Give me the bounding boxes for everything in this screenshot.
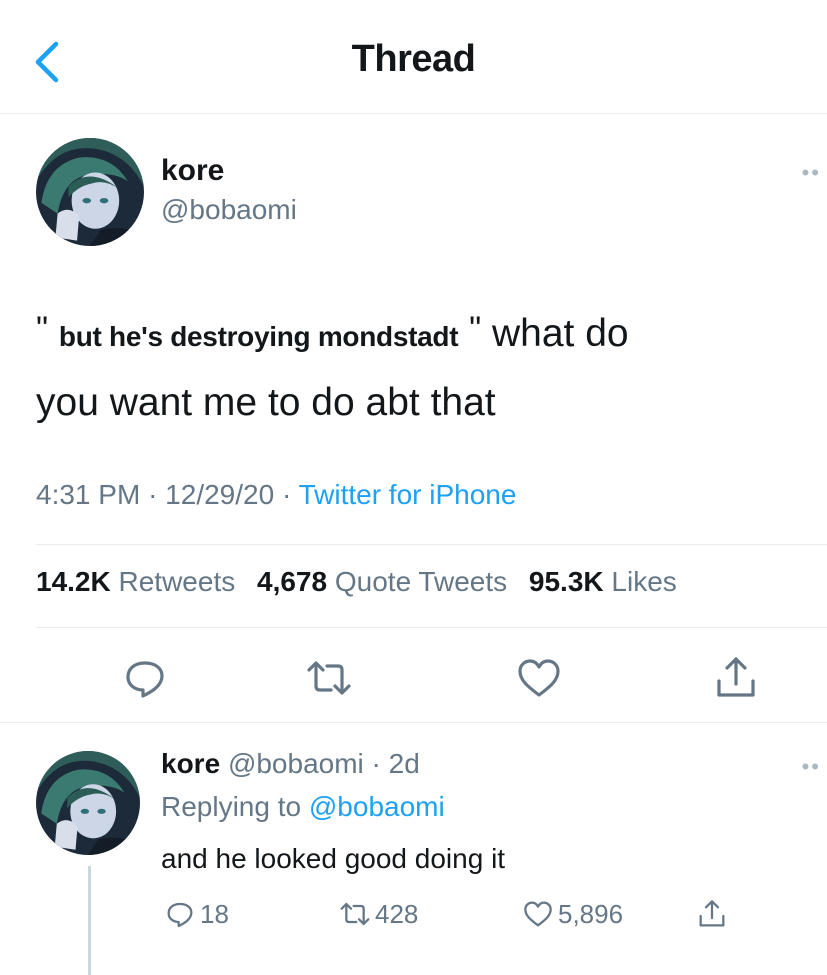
replying-to: Replying to @bobaomi <box>161 791 445 822</box>
likes-stat[interactable]: 95.3K Likes <box>529 566 677 597</box>
divider <box>36 544 827 545</box>
reply-count-button[interactable]: 18 <box>164 896 229 932</box>
reply-handle-time: @bobaomi · 2d <box>227 748 420 779</box>
author-name[interactable]: kore <box>161 154 224 188</box>
more-options-icon[interactable]: •• <box>802 754 821 780</box>
retweet-icon[interactable] <box>305 654 353 702</box>
tweet-time: 4:31 PM <box>36 479 141 510</box>
divider <box>36 627 827 628</box>
tweet-stats: 14.2K Retweets 4,678 Quote Tweets 95.3K … <box>36 566 677 598</box>
retweets-stat[interactable]: 14.2K Retweets <box>36 566 235 597</box>
retweet-icon <box>340 902 370 926</box>
retweet-count-button[interactable]: 428 <box>339 896 418 932</box>
reply-author-name[interactable]: kore <box>161 748 220 779</box>
reply-count: 18 <box>200 898 229 929</box>
like-count: 5,896 <box>558 898 624 929</box>
meta-separator: · <box>148 479 166 510</box>
share-button[interactable] <box>696 896 732 932</box>
reply-icon[interactable] <box>121 654 169 702</box>
tweet-source-link[interactable]: Twitter for iPhone <box>299 479 517 510</box>
replying-mention-link[interactable]: @bobaomi <box>309 791 445 822</box>
divider <box>0 722 827 723</box>
tweet-date: 12/29/20 <box>165 479 275 510</box>
share-icon[interactable] <box>712 654 760 702</box>
like-heart-icon[interactable] <box>515 654 563 702</box>
like-count-button[interactable]: 5,896 <box>522 896 623 932</box>
like-heart-icon <box>524 901 552 927</box>
thread-header: Thread <box>0 0 827 114</box>
share-icon <box>699 900 725 927</box>
retweet-count: 428 <box>375 898 419 929</box>
more-options-icon[interactable]: •• <box>802 160 821 186</box>
tweet-text-line2: you want me to do abt that <box>36 381 496 424</box>
close-quote: " <box>469 310 482 348</box>
thread-connector-line <box>88 866 91 975</box>
avatar[interactable] <box>36 751 140 855</box>
quote-tweets-stat[interactable]: 4,678 Quote Tweets <box>257 566 507 597</box>
quoted-text: but he's destroying mondstadt <box>58 321 459 352</box>
avatar[interactable] <box>36 138 144 246</box>
tweet-meta: 4:31 PM · 12/29/20 · Twitter for iPhone <box>36 479 516 511</box>
tweet-text: " but he's destroying mondstadt " what d… <box>36 296 806 436</box>
tweet-text-line1: what do <box>481 312 629 355</box>
open-quote: " <box>36 310 49 348</box>
reply-text: and he looked good doing it <box>161 843 506 874</box>
page-title: Thread <box>351 38 476 80</box>
meta-separator: · <box>281 479 299 510</box>
reply-header: kore @bobaomi · 2d <box>161 748 420 780</box>
author-handle[interactable]: @bobaomi <box>161 194 297 226</box>
reply-icon <box>167 902 193 928</box>
